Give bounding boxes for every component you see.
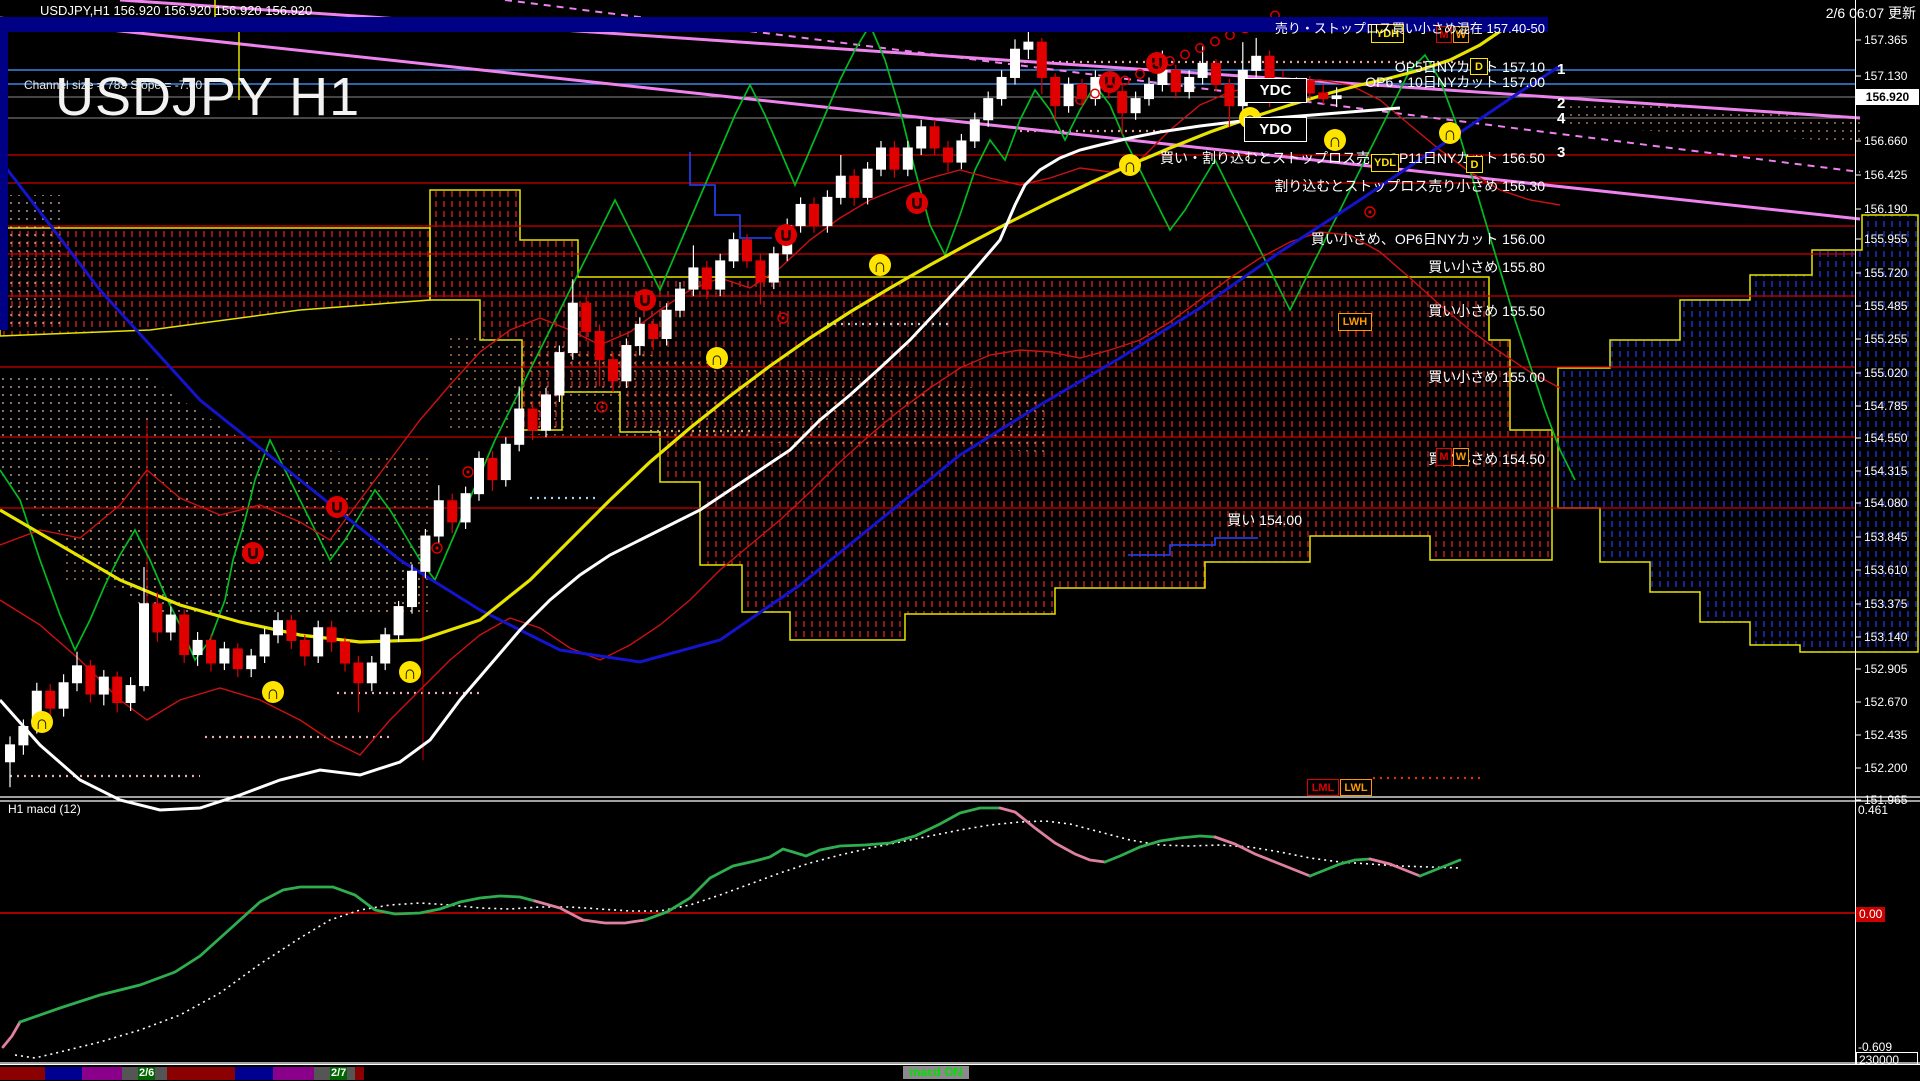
timeline-date-label: 2/7 (330, 1067, 347, 1080)
badge-D[interactable]: D (1466, 156, 1483, 173)
price-label: 156.660 (1864, 134, 1907, 148)
macd-panel-label: H1 macd (12) (8, 802, 81, 816)
buy-arrow-icon: ∩ (266, 683, 280, 704)
price-label: 156.425 (1864, 168, 1907, 182)
macd-line (3, 1022, 20, 1047)
timeline-segment[interactable] (0, 1067, 45, 1080)
price-label: 156.190 (1864, 202, 1907, 216)
channel-info-label: Channel size = 783 Slope = -7.00 (24, 78, 202, 92)
watermark: USDJPY H1 (55, 66, 360, 128)
annotation-label: 買い小さめ、OP6日NYカット 156.00 (1311, 229, 1545, 249)
annotation-label: 買い・割り込むとストップロス売 (1160, 148, 1370, 168)
pivot-number-1: 1 (1557, 61, 1565, 78)
price-label: 155.485 (1864, 299, 1907, 313)
annotation-label: 売り・ストップロス買い小さめ混在 157.40-50 (1275, 18, 1545, 37)
price-label: 153.845 (1864, 530, 1907, 544)
price-label: 157.365 (1864, 33, 1907, 47)
badge-D[interactable]: D (1470, 58, 1488, 75)
badge-M[interactable]: M (1436, 448, 1452, 466)
kumo-cloud (0, 195, 64, 330)
kumo-cloud (1556, 98, 1860, 142)
macd-axis-top: 0.461 (1858, 803, 1888, 817)
macd-signal (15, 821, 1460, 1058)
sell-arrow-icon: ∪ (909, 193, 924, 214)
annotation-label: 買い小さめ 155.50 (1428, 301, 1545, 321)
macd-line (1215, 837, 1310, 876)
annotation-label: 割り込むとストップロス売り小さめ 156.30 (1274, 176, 1545, 196)
annotation-label: 買い 154.00 (1227, 510, 1302, 530)
buy-arrow-icon: ∩ (403, 663, 417, 684)
left-edge-bar (0, 17, 8, 330)
sell-arrow-icon: ∪ (329, 497, 344, 518)
annotation-label: 買い小さめ 155.00 (1428, 367, 1545, 387)
kumo-cloud (60, 430, 430, 618)
price-label: 152.905 (1864, 662, 1907, 676)
symbol-title: USDJPY,H1 156.920 156.920 156.920 156.92… (40, 3, 312, 18)
badge-W[interactable]: W (1453, 448, 1469, 466)
chart-window: ∩∩∩∩∩∩∩∩∩∪∪∪∪∪∪∪ USDJPY,H1 156.920 156.9… (0, 0, 1920, 1080)
price-label: 152.200 (1864, 761, 1907, 775)
sell-arrow-icon: ∪ (778, 225, 793, 246)
price-label: 153.140 (1864, 630, 1907, 644)
badge-YDL[interactable]: YDL (1371, 154, 1399, 172)
price-label: 154.080 (1864, 496, 1907, 510)
badge-YDC[interactable]: YDC (1244, 78, 1307, 103)
price-label: 154.315 (1864, 464, 1907, 478)
pivot-number-4: 4 (1557, 110, 1565, 127)
timeline-segment[interactable] (355, 1067, 364, 1080)
timeline-segment[interactable] (167, 1067, 235, 1080)
buy-arrow-icon: ∩ (873, 256, 887, 277)
macd-line (1105, 836, 1215, 862)
price-label: 157.130 (1864, 69, 1907, 83)
buy-arrow-icon: ∩ (35, 713, 49, 734)
macd-line (1420, 860, 1460, 876)
price-label: 155.255 (1864, 332, 1907, 346)
macd-line (1310, 859, 1370, 876)
annotation-label: 買い小さめ 155.80 (1428, 257, 1545, 277)
timeline-segment[interactable] (235, 1067, 273, 1080)
price-label: 152.435 (1864, 728, 1907, 742)
annotation-label: OP6・10日NYカット 157.00 (1365, 72, 1545, 92)
badge-YDO[interactable]: YDO (1244, 117, 1307, 142)
macd-line (535, 901, 645, 923)
badge-LWL[interactable]: LWL (1340, 779, 1372, 796)
current-price-box: 156.920 (1856, 89, 1919, 105)
price-label: 155.720 (1864, 266, 1907, 280)
price-label: 154.550 (1864, 431, 1907, 445)
macd-axis-zero: 0.00 (1856, 907, 1885, 922)
macd-line (645, 808, 1000, 920)
buy-arrow-icon: ∩ (1123, 156, 1137, 177)
macd-line (20, 887, 535, 1022)
buy-arrow-icon: ∩ (1443, 124, 1457, 145)
price-label: 155.955 (1864, 232, 1907, 246)
badge-LML[interactable]: LML (1307, 779, 1339, 796)
price-label: 152.670 (1864, 695, 1907, 709)
timeline-segment[interactable] (45, 1067, 82, 1080)
sell-arrow-icon: ∪ (637, 290, 652, 311)
price-label: 153.610 (1864, 563, 1907, 577)
macd-line (1000, 808, 1105, 862)
timeline-date-label: 2/6 (138, 1067, 155, 1080)
sell-arrow-icon: ∪ (245, 543, 260, 564)
price-label: 154.785 (1864, 399, 1907, 413)
macd-line (1370, 859, 1420, 876)
price-label: 155.020 (1864, 366, 1907, 380)
buy-arrow-icon: ∩ (710, 349, 724, 370)
timeline-segment[interactable] (273, 1067, 314, 1080)
macd-toggle[interactable]: macd ON (903, 1066, 969, 1079)
pivot-number-3: 3 (1557, 144, 1565, 161)
badge-LWH[interactable]: LWH (1338, 313, 1372, 331)
chart-canvas[interactable]: ∩∩∩∩∩∩∩∩∩∪∪∪∪∪∪∪ (0, 0, 1920, 1080)
timeline-segment[interactable] (82, 1067, 122, 1080)
price-label: 153.375 (1864, 597, 1907, 611)
